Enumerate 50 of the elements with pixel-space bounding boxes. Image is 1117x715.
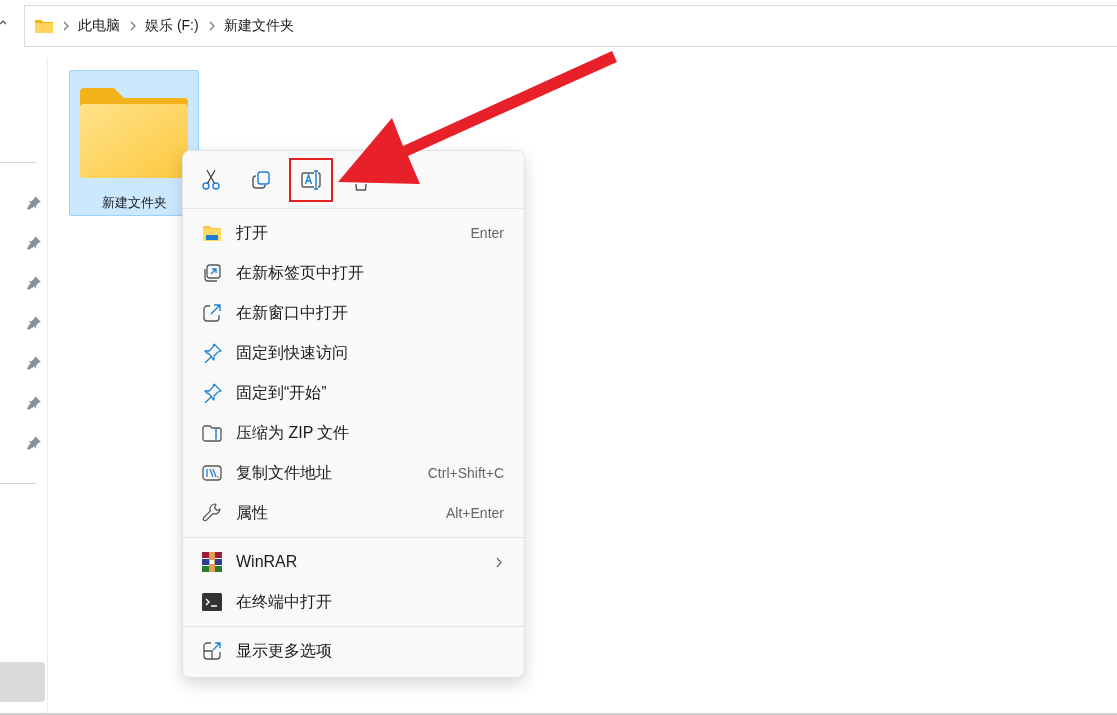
pin-icon[interactable] — [27, 356, 41, 370]
menu-item[interactable]: 在新窗口中打开 — [183, 293, 524, 333]
pin-icon[interactable] — [27, 196, 41, 210]
terminal-icon — [202, 593, 222, 611]
breadcrumb-item[interactable]: 娱乐 (F:) — [145, 17, 199, 35]
new-tab-icon — [202, 263, 222, 283]
external-link-icon — [202, 303, 222, 323]
folder-tile[interactable]: 新建文件夹 — [69, 70, 199, 216]
scissors-icon — [201, 168, 221, 191]
pin-icon[interactable] — [27, 436, 41, 450]
shortcut-text: Alt+Enter — [446, 505, 504, 521]
chevron-right-icon — [130, 21, 137, 31]
wrench-icon — [202, 503, 222, 523]
menu-item[interactable]: 压缩为 ZIP 文件 — [183, 413, 524, 453]
archive-books-icon — [202, 552, 222, 572]
copy-icon — [251, 169, 271, 190]
pin-icon[interactable] — [27, 276, 41, 290]
menu-item[interactable]: WinRAR — [183, 542, 524, 582]
pin-icon[interactable] — [27, 236, 41, 250]
trash-icon[interactable] — [355, 183, 367, 191]
breadcrumb-item[interactable]: 新建文件夹 — [223, 17, 294, 35]
pin-icon[interactable] — [27, 316, 41, 330]
path-icon — [202, 465, 222, 481]
menu-item[interactable]: 固定到“开始” — [183, 373, 524, 413]
menu-item[interactable]: 在终端中打开 — [183, 582, 524, 622]
chevron-right-icon — [63, 21, 70, 31]
pin-icon[interactable] — [27, 396, 41, 410]
shortcut-text: Enter — [470, 225, 504, 241]
breadcrumb-item[interactable]: 此电脑 — [78, 17, 120, 35]
file-name: 新建文件夹 — [101, 194, 167, 212]
menu-item[interactable]: 复制文件地址 Ctrl+Shift+C — [183, 453, 524, 493]
chevron-right-icon — [208, 21, 216, 31]
folder-icon — [35, 19, 53, 33]
caret-up-icon[interactable] — [0, 19, 6, 25]
menu-item[interactable]: 属性 Alt+Enter — [183, 493, 524, 533]
pin-icon — [202, 383, 222, 403]
address-bar[interactable]: 此电脑 娱乐 (F:) 新建文件夹 — [24, 5, 1117, 47]
menu-item[interactable]: 在新标签页中打开 — [183, 253, 524, 293]
menu-item[interactable]: 显示更多选项 — [183, 631, 524, 671]
folder-icon — [202, 224, 222, 242]
chevron-right-icon — [496, 556, 502, 568]
rename-button[interactable] — [289, 157, 333, 202]
menu-item[interactable]: 打开 Enter — [183, 213, 524, 253]
zip-folder-icon — [202, 424, 222, 442]
folder-icon — [80, 88, 188, 178]
pin-icon — [202, 343, 222, 363]
menu-item[interactable]: 固定到快速访问 — [183, 333, 524, 373]
more-options-icon — [202, 641, 222, 661]
shortcut-text: Ctrl+Shift+C — [427, 465, 504, 481]
rename-icon — [300, 169, 322, 190]
